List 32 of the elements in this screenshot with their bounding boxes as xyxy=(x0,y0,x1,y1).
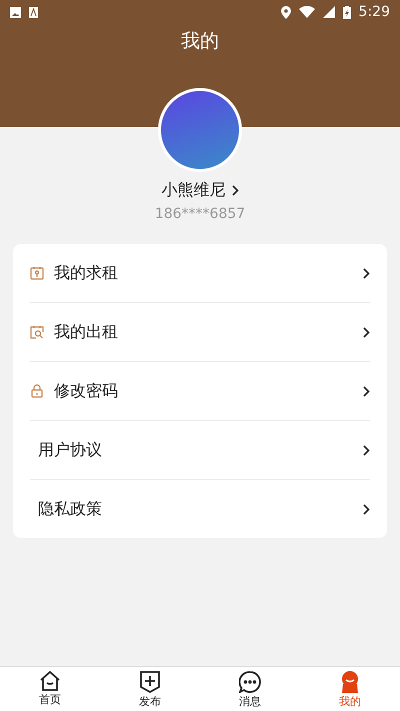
person-icon xyxy=(341,671,359,693)
tab[interactable]: 我的 xyxy=(300,667,400,711)
chevron-right-icon xyxy=(232,185,238,196)
chevron-right-icon xyxy=(363,504,370,514)
status-time: 5:29 xyxy=(358,4,390,20)
menu-item[interactable]: 我的求租 xyxy=(54,262,353,284)
tab[interactable]: 消息 xyxy=(200,667,300,711)
add-icon xyxy=(140,671,160,693)
image-icon xyxy=(10,6,21,18)
menu-item[interactable]: 隐私政策 xyxy=(38,498,353,520)
chevron-right-icon xyxy=(363,268,370,278)
menu-item[interactable]: 用户协议 xyxy=(38,440,353,460)
battery-icon xyxy=(342,6,351,18)
home-icon xyxy=(39,671,61,691)
phone-number: 186****6857 xyxy=(154,206,246,222)
page-title: 我的 xyxy=(180,29,220,54)
lock-icon xyxy=(30,384,44,398)
calendar-search-icon xyxy=(30,325,44,339)
notification-icon xyxy=(29,6,38,18)
chevron-right-icon xyxy=(363,386,370,396)
calendar-icon xyxy=(30,266,44,280)
menu-item[interactable]: 修改密码 xyxy=(54,380,353,402)
tab[interactable]: 首页 xyxy=(0,667,100,711)
signal-icon xyxy=(322,6,335,18)
wifi-icon xyxy=(298,6,315,18)
menu-item[interactable]: 我的出租 xyxy=(54,322,353,342)
location-icon xyxy=(280,6,291,18)
chevron-right-icon xyxy=(363,444,370,456)
chevron-right-icon xyxy=(363,326,370,338)
user-name[interactable]: 小熊维尼 xyxy=(162,180,226,201)
chat-icon xyxy=(239,671,261,693)
tab[interactable]: 发布 xyxy=(100,667,200,711)
